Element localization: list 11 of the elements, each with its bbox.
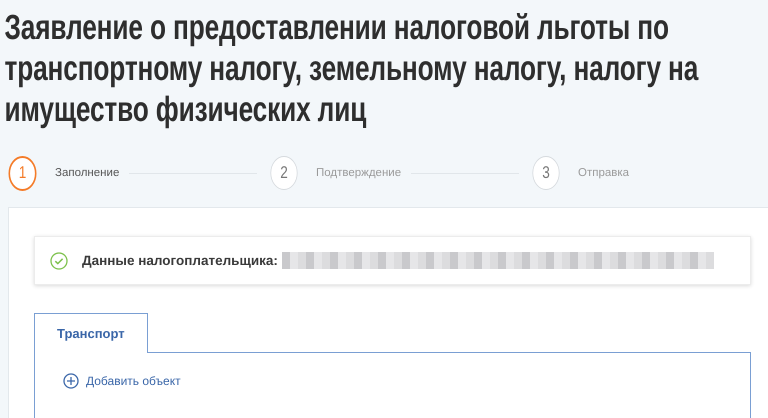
tab[interactable]: Транспорт (34, 313, 148, 353)
taxpayer-label: Данные налогоплательщика: (82, 253, 278, 268)
step-number: 1 (8, 156, 36, 190)
step-label: Заполнение (55, 167, 120, 179)
step-label: Подтверждение (316, 167, 402, 179)
add-object-button[interactable]: Добавить объект (63, 373, 181, 389)
plus-circle-icon (63, 373, 79, 389)
step-number: 2 (270, 156, 298, 190)
step-label: Отправка (578, 167, 630, 179)
step-number: 3 (532, 156, 560, 190)
page-title: Заявление о предоставлении налоговой льготы по транспортному налогу, земельному налогу, налогу на имущество физических лиц (4, 7, 700, 130)
